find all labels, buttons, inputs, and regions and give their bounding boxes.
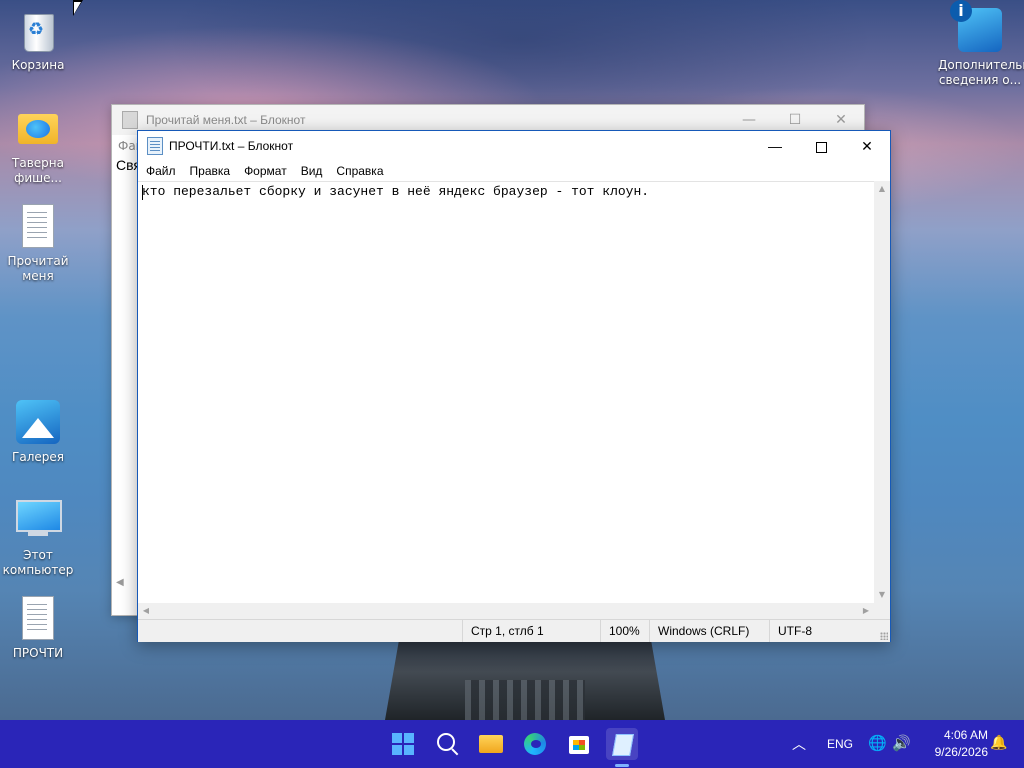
mouse-cursor-icon: [73, 0, 83, 16]
desktop: Корзина Таверна фише... Прочитай меня Га…: [0, 0, 1024, 720]
menu-file[interactable]: Файл: [139, 164, 183, 178]
menu-view[interactable]: Вид: [294, 164, 330, 178]
status-encoding: UTF-8: [769, 620, 878, 642]
clock[interactable]: 4:06 AM 9/26/2026: [920, 727, 988, 761]
folder-icon: [14, 104, 62, 152]
desktop-icon-gallery[interactable]: Галерея: [0, 398, 76, 465]
maximize-icon: [815, 141, 827, 153]
horizontal-scrollbar[interactable]: ◀ ▶: [138, 603, 874, 619]
clock-time: 4:06 AM: [943, 728, 988, 742]
notepad-icon: [147, 137, 163, 155]
desktop-icon-this-pc[interactable]: Этот компьютер: [0, 496, 76, 578]
status-cursor-position: Стр 1, стлб 1: [462, 620, 599, 642]
info-icon: [950, 0, 1004, 54]
desktop-icon-recycle-bin[interactable]: Корзина: [0, 6, 76, 73]
vertical-scrollbar[interactable]: ▲ ▼: [874, 181, 890, 603]
text-file-icon: [14, 594, 62, 642]
scroll-left-icon[interactable]: ◀: [138, 603, 154, 619]
clock-date: 9/26/2026: [934, 745, 988, 759]
title-bar[interactable]: ПРОЧТИ.txt – Блокнот — ✕: [138, 131, 890, 161]
menu-edit[interactable]: Правка: [183, 164, 238, 178]
menu-bar: Файл Правка Формат Вид Справка: [138, 161, 890, 181]
resize-grip-icon[interactable]: [880, 632, 888, 640]
scroll-left-icon[interactable]: ◀: [116, 577, 124, 588]
status-zoom: 100%: [600, 620, 651, 642]
volume-icon[interactable]: 🔊: [892, 720, 911, 768]
edge-icon[interactable]: [519, 728, 551, 760]
start-icon[interactable]: [388, 728, 420, 760]
network-icon[interactable]: 🌐: [868, 720, 887, 768]
scrollbar-corner: [874, 603, 890, 619]
notepad-window[interactable]: ПРОЧТИ.txt – Блокнот — ✕ Файл Правка Фор…: [137, 130, 891, 642]
desktop-icon-label: Корзина: [11, 58, 65, 72]
menu-format[interactable]: Формат: [237, 164, 294, 178]
notepad-icon[interactable]: [606, 728, 638, 760]
desktop-icon-label: Дополнительные сведения о...: [938, 58, 1024, 87]
store-icon[interactable]: [563, 728, 595, 760]
window-title: ПРОЧТИ.txt – Блокнот: [169, 139, 294, 153]
minimize-button[interactable]: —: [752, 131, 798, 161]
text-caret: [142, 185, 143, 200]
close-button[interactable]: ✕: [844, 131, 890, 161]
desktop-icon-more-info[interactable]: Дополнительные сведения о...: [938, 0, 1024, 88]
desktop-icon-prochti[interactable]: ПРОЧТИ: [0, 594, 76, 661]
desktop-icon-label: Галерея: [12, 450, 64, 464]
desktop-icon-taverna[interactable]: Таверна фише...: [0, 104, 76, 186]
desktop-icon-label: Этот компьютер: [2, 548, 74, 577]
notification-icon[interactable]: 🔔: [990, 734, 1007, 750]
active-app-indicator: [615, 764, 629, 767]
scroll-right-icon[interactable]: ▶: [858, 603, 874, 619]
show-hidden-icons-icon[interactable]: ︿: [792, 720, 806, 768]
desktop-icon-prochitay-menya[interactable]: Прочитай меня: [0, 202, 76, 284]
desktop-icon-label: Прочитай меня: [7, 254, 69, 283]
desktop-icon-label: ПРОЧТИ: [12, 646, 64, 660]
recycle-bin-icon: [14, 6, 62, 54]
text-editor[interactable]: кто перезальет сборку и засунет в неё ян…: [138, 181, 874, 604]
scroll-down-icon[interactable]: ▼: [874, 587, 890, 603]
wallpaper-pier: [385, 640, 665, 720]
scroll-up-icon[interactable]: ▲: [874, 181, 890, 197]
taskbar: ︿ ENG 🌐 🔊 4:06 AM 9/26/2026 🔔: [0, 720, 1024, 768]
language-indicator[interactable]: ENG: [827, 720, 853, 768]
maximize-button[interactable]: [798, 131, 844, 161]
computer-icon: [14, 496, 62, 544]
status-bar: Стр 1, стлб 1 100% Windows (CRLF) UTF-8: [138, 619, 890, 642]
search-icon[interactable]: [431, 728, 463, 760]
status-line-endings: Windows (CRLF): [649, 620, 768, 642]
menu-help[interactable]: Справка: [329, 164, 390, 178]
desktop-icon-label: Таверна фише...: [12, 156, 64, 185]
editor-content[interactable]: кто перезальет сборку и засунет в неё ян…: [142, 184, 649, 199]
text-file-icon: [14, 202, 62, 250]
gallery-icon: [14, 398, 62, 446]
window-title: Прочитай меня.txt – Блокнот: [146, 113, 306, 127]
file-explorer-icon[interactable]: [475, 728, 507, 760]
notepad-icon: [122, 111, 138, 129]
